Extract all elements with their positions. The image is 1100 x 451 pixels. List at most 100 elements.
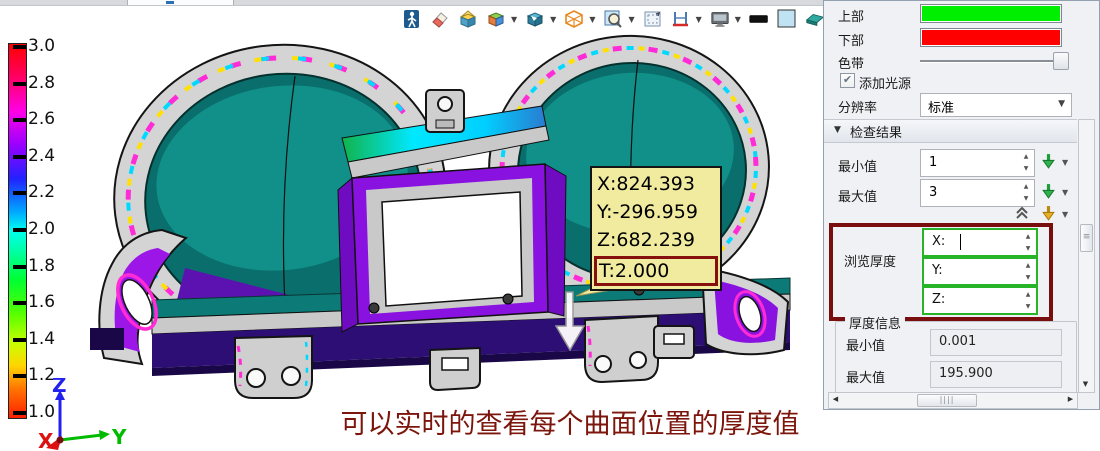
color-scale-tick [13,411,26,415]
color-scale-label: 2.0 [28,219,55,239]
z-prefix: Z: [932,292,945,307]
browse-z-input[interactable]: Z: ▲▼ [922,286,1038,315]
color-scale-label: 1.4 [28,329,55,349]
color-scale-label: 1.8 [28,256,55,276]
color-scale-tick [13,191,26,195]
min-value-spinner[interactable]: ▲▼ [1019,151,1033,175]
surface-tool-icon[interactable] [805,9,825,29]
black-swatch-icon[interactable] [749,9,769,29]
color-band-label: 色带 [838,53,864,72]
color-cube-icon[interactable] [486,9,506,29]
scroll-left-icon[interactable]: ◀ [829,393,842,406]
wireframe-box-icon[interactable] [564,9,584,29]
color-scale-tick [13,118,26,122]
color-cube-caret-icon[interactable]: ▼ [511,15,517,24]
vertical-scrollbar[interactable]: ≡ ▼ [1078,119,1095,393]
apply-max-caret-icon[interactable]: ▼ [1062,188,1068,197]
measure-width-caret-icon[interactable]: ▼ [696,15,702,24]
settings-panel: 上部 下部 色带 ✔ 添加光源 分辨率 标准 ▼ ▼ 检查结果 最小值 1 ▲▼… [823,0,1100,410]
browse-y-spinner[interactable]: ▲▼ [1021,260,1035,284]
add-light-label: 添加光源 [859,73,911,92]
active-tab[interactable] [127,0,234,5]
section-cube-caret-icon[interactable]: ▼ [550,15,556,24]
apply-min-icon[interactable] [1040,153,1057,170]
text-cursor [960,234,961,250]
wireframe-box-caret-icon[interactable]: ▼ [589,15,595,24]
check-results-title: 检查结果 [850,122,902,141]
color-band-slider-track[interactable] [920,60,1062,63]
tooltip-y-value: Y:-296.959 [597,198,715,226]
color-scale-tick [13,45,26,49]
active-tab-marker [166,1,174,4]
apply-max-icon[interactable] [1040,183,1057,200]
color-scale-label: 3.0 [28,36,55,56]
min-value-label: 最小值 [838,156,877,175]
info-max-field: 195.900 [930,361,1062,388]
color-scale-tick [13,82,26,86]
max-value-spinner[interactable]: ▲▼ [1019,181,1033,205]
apply-browse-icon[interactable] [1040,205,1057,222]
zoom-region-icon[interactable] [603,9,623,29]
horizontal-scrollbar[interactable]: ◀ |||| ▶ [828,392,1078,409]
color-scale-tick [13,374,26,378]
browse-y-input[interactable]: Y: ▲▼ [922,257,1038,286]
info-min-field: 0.001 [930,329,1062,356]
scroll-right-icon[interactable]: ▶ [1064,393,1077,406]
collapse-triangle-icon: ▼ [834,125,841,135]
color-scale-label: 2.8 [28,73,55,93]
zoom-region-caret-icon[interactable]: ▼ [628,15,634,24]
color-scale-tick [13,301,26,305]
color-scale-label: 2.6 [28,109,55,129]
check-results-section-header[interactable]: ▼ 检查结果 [824,119,1077,143]
color-scale-tick [13,265,26,269]
apply-browse-caret-icon[interactable]: ▼ [1062,210,1068,219]
lower-color-label: 下部 [838,30,864,49]
min-value-input[interactable]: 1 ▲▼ [920,149,1035,177]
measure-width-icon[interactable] [671,9,691,29]
info-max-label: 最大值 [846,367,885,386]
tooltip-thickness-value: T:2.000 [594,256,718,286]
x-prefix: X: [932,234,945,249]
resolution-dropdown[interactable]: 标准 ▼ [920,93,1072,117]
color-scale-labels: 3.02.82.62.42.22.01.81.61.41.21.0 [0,43,70,423]
color-scale-tick [13,155,26,159]
max-value-input[interactable]: 3 ▲▼ [920,179,1035,207]
axis-z-label: Z [52,378,67,397]
axis-x-label: X [38,429,54,450]
tooltip-x-value: X:824.393 [597,170,715,198]
color-scale-tick [13,338,26,342]
browse-x-spinner[interactable]: ▲▼ [1021,231,1035,255]
add-light-checkbox[interactable]: ✔ [840,73,855,88]
walkthrough-icon[interactable] [402,9,422,29]
color-band-slider-handle[interactable] [1053,52,1069,70]
render-display-caret-icon[interactable]: ▼ [735,15,741,24]
tooltip-z-value: Z:682.239 [597,226,715,254]
annotation-caption: 可以实时的查看每个曲面位置的厚度值 [330,402,810,441]
eraser-icon[interactable] [430,9,450,29]
vertical-scrollbar-grip[interactable]: ≡ [1080,224,1093,252]
render-display-icon[interactable] [710,9,730,29]
thickness-info-title: 厚度信息 [845,313,905,332]
resolution-label: 分辨率 [838,97,877,116]
color-scale-tick [13,228,26,232]
max-value-text: 3 [929,185,937,200]
axis-triad: Z Y X [28,378,128,450]
apply-min-caret-icon[interactable]: ▼ [1062,158,1068,167]
y-prefix: Y: [932,263,943,278]
lower-color-swatch[interactable] [920,28,1062,47]
collapse-chevrons-icon[interactable] [1014,205,1030,221]
section-cube-icon[interactable] [525,9,545,29]
blue-swatch-icon[interactable] [777,9,797,29]
upper-color-label: 上部 [838,6,864,25]
browse-thickness-label: 浏览厚度 [844,251,896,270]
browse-x-input[interactable]: X: ▲▼ [922,228,1038,257]
upper-color-swatch[interactable] [920,4,1062,23]
scroll-down-icon[interactable]: ▼ [1079,378,1092,391]
horizontal-scrollbar-grip[interactable]: |||| [917,394,977,407]
browse-z-spinner[interactable]: ▲▼ [1021,289,1035,313]
chevron-down-icon: ▼ [1058,99,1065,109]
info-min-label: 最小值 [846,335,885,354]
fit-window-icon[interactable] [643,9,663,29]
min-value-text: 1 [929,155,937,170]
open-box-icon[interactable] [458,9,478,29]
